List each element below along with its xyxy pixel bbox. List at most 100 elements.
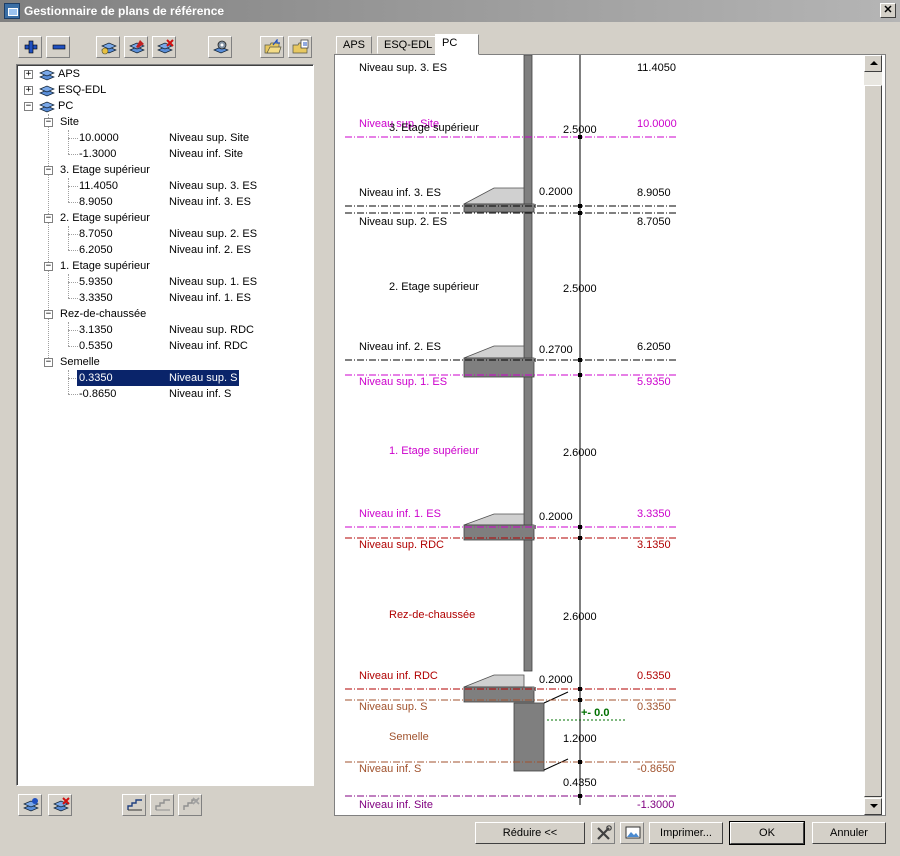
tree-group-node[interactable]: −1. Etage supérieur	[17, 258, 307, 274]
level-label: Niveau sup. 3. ES	[169, 180, 258, 192]
slab-top	[463, 674, 525, 688]
delete-layer-button[interactable]	[152, 36, 176, 58]
level-value: -1.3000	[637, 799, 674, 811]
top-level-label: Niveau sup. 3. ES	[359, 62, 447, 74]
storey-height: 2.6000	[563, 447, 597, 459]
tree-group-label: 1. Etage supérieur	[60, 260, 150, 272]
stair-delete-button	[178, 794, 202, 816]
close-button[interactable]: ✕	[880, 3, 896, 18]
window-title: Gestionnaire de plans de référence	[24, 4, 225, 18]
tree-group-node[interactable]: − Semelle	[17, 354, 307, 370]
level-label: Niveau inf. 3. ES	[169, 196, 251, 208]
collapse-toggle[interactable]: −	[44, 262, 53, 271]
tree-level-row[interactable]: 0.5350 Niveau inf. RDC	[17, 338, 307, 354]
tree-level-row[interactable]: 0.3350 Niveau sup. S	[17, 370, 307, 386]
scroll-thumb[interactable]	[864, 85, 882, 797]
add-icon	[24, 40, 38, 54]
collapse-toggle[interactable]: −	[44, 166, 53, 175]
export-button[interactable]	[288, 36, 312, 58]
tree-level-row[interactable]: 8.7050 Niveau sup. 2. ES	[17, 226, 307, 242]
cancel-button[interactable]: Annuler	[812, 822, 886, 844]
tree-level-row[interactable]: 11.4050 Niveau sup. 3. ES	[17, 178, 307, 194]
slab	[463, 203, 535, 213]
tree-project-node[interactable]: + ESQ-EDL	[17, 82, 307, 98]
preview-button[interactable]	[620, 822, 644, 844]
level-label: Niveau sup. 2. ES	[169, 228, 258, 240]
level-label: Niveau sup. 1. ES	[169, 276, 258, 288]
new-layer-button[interactable]	[96, 36, 120, 58]
level-value: 10.0000	[637, 118, 677, 130]
tree-group-node[interactable]: −3. Etage supérieur	[17, 162, 307, 178]
axis-tick	[578, 525, 582, 529]
level-name: Niveau inf. 2. ES	[359, 341, 441, 353]
level-label: Niveau inf. Site	[169, 148, 243, 160]
tools-button[interactable]	[591, 822, 615, 844]
ok-button[interactable]: OK	[729, 821, 805, 845]
tab-pc[interactable]: PC	[435, 34, 479, 55]
scroll-down-arrow[interactable]	[864, 798, 882, 815]
tree-level-row[interactable]: -1.3000 Niveau inf. Site	[17, 146, 307, 162]
collapse-toggle[interactable]: −	[44, 310, 53, 319]
remove-button[interactable]	[46, 36, 70, 58]
tree-level-row[interactable]: 6.2050 Niveau inf. 2. ES	[17, 242, 307, 258]
tree-level-row[interactable]: 10.0000 Niveau sup. Site	[17, 130, 307, 146]
storey-name: Rez-de-chaussée	[389, 609, 475, 621]
tree-project-label: APS	[58, 68, 81, 80]
foundation-footing	[513, 702, 545, 772]
print-button[interactable]: Imprimer...	[649, 822, 723, 844]
collapse-toggle[interactable]: −	[44, 358, 53, 367]
level-name: Niveau inf. 1. ES	[359, 508, 441, 520]
image-icon	[625, 826, 641, 839]
expand-toggle[interactable]: +	[24, 86, 33, 95]
import-button[interactable]	[260, 36, 284, 58]
slab-top	[463, 345, 525, 359]
level-value: 3.3350	[637, 508, 671, 520]
settings-icon	[213, 40, 229, 54]
axis-tick	[578, 211, 582, 215]
axis-tick	[578, 794, 582, 798]
slab-thickness: 0.2000	[539, 511, 573, 523]
tree-group-node[interactable]: − Site	[17, 114, 307, 130]
tree-project-node[interactable]: + APS	[17, 66, 307, 82]
plane-add-icon	[23, 798, 39, 812]
folder-open-icon	[264, 39, 282, 54]
footing-hatch	[543, 758, 569, 771]
level-value: 0.5350	[79, 340, 113, 352]
slab-top	[463, 187, 525, 205]
diagram-scrollbar[interactable]	[864, 55, 882, 815]
stair-button[interactable]	[122, 794, 146, 816]
level-tree[interactable]: + APS + ESQ-EDL − PC − Site 10.0000 Niveau sup. S…	[16, 64, 314, 786]
stair-delete-icon	[183, 797, 200, 810]
level-value: -1.3000	[79, 148, 117, 160]
delete-plane-button[interactable]	[48, 794, 72, 816]
level-value: -0.8650	[79, 388, 117, 400]
axis-tick	[578, 358, 582, 362]
tree-level-row[interactable]: 8.9050 Niveau inf. 3. ES	[17, 194, 307, 210]
tab-aps[interactable]: APS	[336, 36, 373, 54]
level-value: 0.3350	[637, 701, 671, 713]
tree-group-node[interactable]: −2. Etage supérieur	[17, 210, 307, 226]
settings-button[interactable]	[208, 36, 232, 58]
project-tabs: APS ESQ-EDL PC	[334, 34, 886, 55]
expand-toggle[interactable]: −	[24, 102, 33, 111]
level-value: 10.0000	[79, 132, 119, 144]
tree-group-node[interactable]: − Rez-de-chaussée	[17, 306, 307, 322]
tree-level-row[interactable]: -0.8650 Niveau inf. S	[17, 386, 307, 402]
tab-esq-edl[interactable]: ESQ-EDL	[377, 36, 440, 54]
tree-level-row[interactable]: 3.1350 Niveau sup. RDC	[17, 322, 307, 338]
collapse-toggle[interactable]: −	[44, 214, 53, 223]
storey-name: 3. Etage supérieur	[389, 122, 479, 134]
axis-tick	[578, 204, 582, 208]
tree-level-row[interactable]: 3.3350 Niveau inf. 1. ES	[17, 290, 307, 306]
tree-level-row[interactable]: 5.9350 Niveau sup. 1. ES	[17, 274, 307, 290]
scroll-up-arrow[interactable]	[864, 55, 882, 72]
expand-toggle[interactable]: +	[24, 70, 33, 79]
tree-project-node[interactable]: − PC	[17, 98, 307, 114]
add-plane-button[interactable]	[18, 794, 42, 816]
edit-layer-button[interactable]	[124, 36, 148, 58]
add-button[interactable]	[18, 36, 42, 58]
level-name: Niveau sup. 2. ES	[359, 216, 447, 228]
stair-icon	[127, 799, 142, 811]
collapse-toggle[interactable]: −	[44, 118, 53, 127]
reduce-button[interactable]: Réduire <<	[475, 822, 585, 844]
